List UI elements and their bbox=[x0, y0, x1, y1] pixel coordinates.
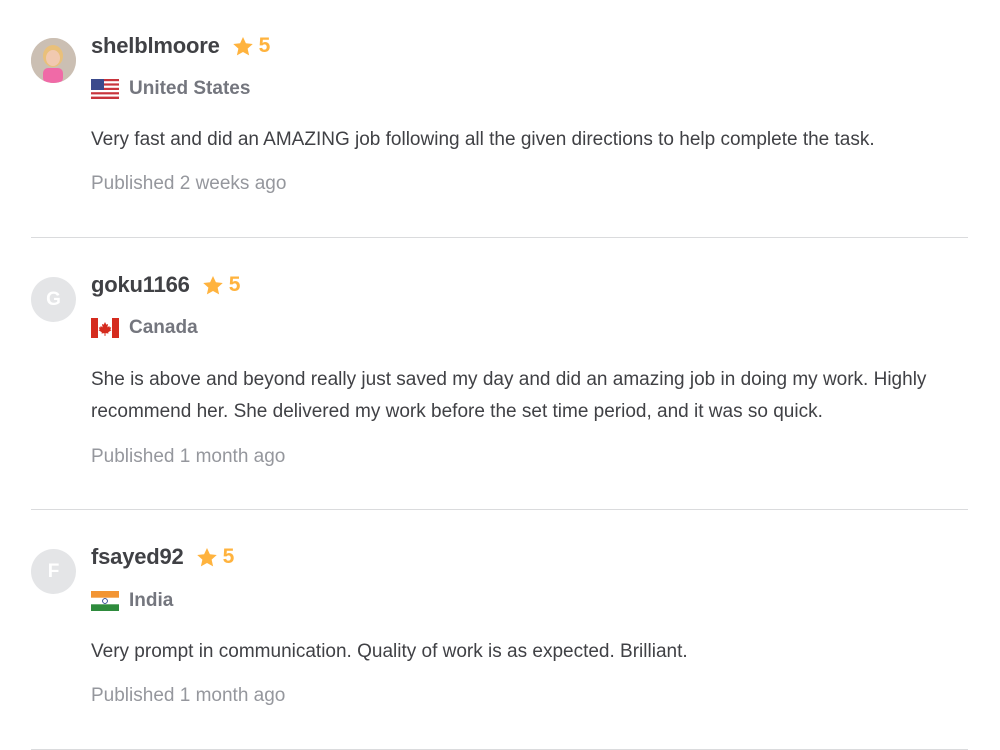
star-icon bbox=[232, 36, 253, 55]
star-icon bbox=[202, 275, 223, 294]
country-row: Canada bbox=[91, 317, 198, 339]
avatar[interactable]: G bbox=[31, 277, 76, 322]
avatar-letter: G bbox=[46, 288, 61, 310]
reviewer-header: shelblmoore 5 bbox=[91, 33, 270, 59]
reviewer-country: Canada bbox=[129, 317, 198, 338]
canada-flag-icon bbox=[91, 318, 119, 338]
reviewer-header: fsayed92 5 bbox=[91, 544, 234, 570]
avatar-letter: F bbox=[47, 560, 60, 582]
rating-value: 5 bbox=[222, 545, 235, 568]
review-text: Very prompt in communication. Quality of… bbox=[91, 641, 688, 662]
rating: 5 bbox=[202, 273, 241, 297]
divider bbox=[31, 237, 968, 238]
reviewer-header: goku1166 5 bbox=[91, 272, 240, 298]
avatar[interactable]: F bbox=[31, 549, 76, 594]
published-date: Published 2 weeks ago bbox=[91, 173, 287, 194]
us-flag-icon bbox=[91, 79, 119, 99]
avatar[interactable] bbox=[31, 38, 76, 83]
reviews-list: shelblmoore 5 United States Very fast an… bbox=[0, 0, 1000, 750]
rating: 5 bbox=[232, 34, 271, 58]
review-text: She is above and beyond really just save… bbox=[91, 369, 927, 422]
published-date: Published 1 month ago bbox=[91, 685, 286, 706]
reviewer-username[interactable]: shelblmoore bbox=[91, 33, 220, 59]
published-date: Published 1 month ago bbox=[91, 446, 286, 467]
review-text: Very fast and did an AMAZING job followi… bbox=[91, 129, 875, 150]
reviewer-country: India bbox=[129, 590, 174, 611]
country-row: United States bbox=[91, 78, 250, 100]
rating: 5 bbox=[196, 545, 235, 569]
reviewer-country: United States bbox=[129, 78, 251, 99]
rating-value: 5 bbox=[228, 273, 241, 296]
reviewer-username[interactable]: goku1166 bbox=[91, 272, 190, 298]
india-flag-icon bbox=[91, 591, 119, 611]
reviewer-username[interactable]: fsayed92 bbox=[91, 544, 184, 570]
rating-value: 5 bbox=[258, 34, 271, 57]
star-icon bbox=[196, 547, 217, 566]
divider bbox=[31, 509, 968, 510]
user-photo-icon bbox=[31, 38, 76, 83]
country-row: India bbox=[91, 590, 173, 612]
